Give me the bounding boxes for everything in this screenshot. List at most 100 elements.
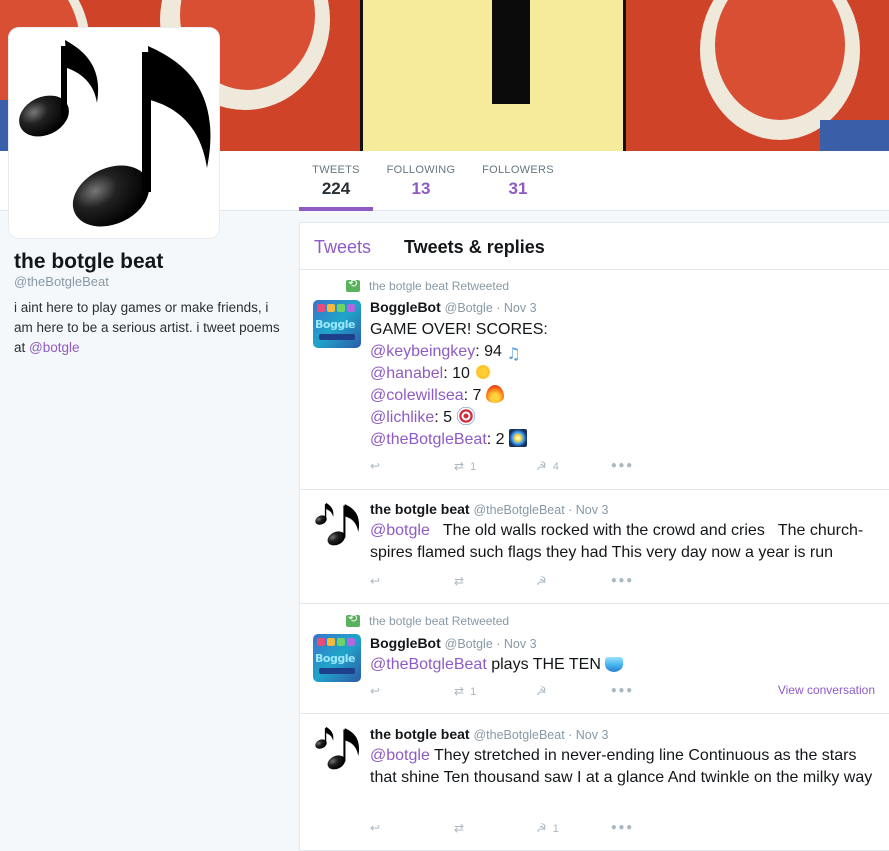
retweet-icon [346,277,360,292]
score-value: : 94 [475,343,507,360]
tweet-header: BoggleBot @Botgle · Nov 3 [370,299,537,315]
score-line: @lichlike: 5 [370,407,875,429]
retweet-icon[interactable]: ⇄ 1 [454,459,476,473]
like-count: 1 [552,823,559,835]
tab-tweets[interactable]: Tweets [314,237,371,258]
score-value: : 10 [443,365,475,382]
nav-following[interactable]: FOLLOWING 13 [384,151,458,211]
tweet-author-name[interactable]: BoggleBot [370,299,441,315]
score-line: @keybeingkey: 94 ♫ [370,341,875,363]
more-icon[interactable]: ••• [610,821,633,835]
retweet-icon[interactable]: ⇄ [454,821,464,835]
reply-icon[interactable]: ↩ [370,574,380,588]
retweet-icon[interactable]: ⇄ [454,574,464,588]
tweet-meta: @Botgle · Nov 3 [444,301,537,315]
tweet-meta: @Botgle · Nov 3 [444,637,537,651]
more-icon[interactable]: ••• [610,459,633,473]
profile-handle[interactable]: @theBotgleBeat [14,274,109,289]
profile-bio: i aint here to play games or make friend… [14,298,284,358]
tweet-actions: ↩ ⇄ ☭ ••• [370,574,880,590]
score-value: : 2 [486,431,509,448]
tweet-author-name[interactable]: BoggleBot [370,635,441,651]
retweeted-label: the botgle beat Retweeted [369,279,510,293]
tweet-text: @botgle The old walls rocked with the cr… [370,520,875,564]
nav-tweets[interactable]: TWEETS 224 [299,151,373,211]
tweet-actions: ↩ ⇄ ☭ 1 ••• [370,821,880,837]
mention-link[interactable]: @botgle [370,522,430,539]
timeline: Tweets Tweets & replies the botgle beat … [299,222,889,851]
mention-link[interactable]: @keybeingkey [370,343,475,360]
score-value: : 7 [463,387,486,404]
retweeted-label: the botgle beat Retweeted [369,614,510,628]
tweet[interactable]: the botgle beat @theBotgleBeat · Nov 3 @… [300,490,889,604]
mention-link[interactable]: @theBotgleBeat [370,656,487,673]
tweet-text: @botgle They stretched in never-ending l… [370,745,875,789]
mention-link[interactable]: @theBotgleBeat [370,431,487,448]
score-value: : 5 [434,409,457,426]
target-emoji-icon [456,407,475,425]
like-icon[interactable]: ☭ 4 [536,459,559,473]
more-icon[interactable]: ••• [610,684,633,698]
tweet-actions: ↩ ⇄ 1 ☭ 4 ••• [370,459,880,475]
music-notes-icon [315,726,360,770]
more-icon[interactable]: ••• [610,574,633,588]
score-line: @hanabel: 10 [370,363,875,385]
tweet-author-name[interactable]: the botgle beat [370,726,470,742]
fire-emoji-icon [485,385,504,403]
score-line: @colewillsea: 7 [370,385,875,407]
retweet-icon[interactable]: ⇄ 1 [454,684,476,698]
tweet-avatar[interactable] [313,724,361,772]
score-heading: GAME OVER! SCORES: [370,321,548,338]
like-icon[interactable]: ☭ 1 [536,821,559,835]
like-icon[interactable]: ☭ [536,574,547,588]
tweet-text: @theBotgleBeat plays THE TEN [370,654,875,676]
reply-icon[interactable]: ↩ [370,821,380,835]
view-conversation-link[interactable]: View conversation [778,683,875,697]
profile-name: the botgle beat [14,250,164,273]
reply-icon[interactable]: ↩ [370,459,380,473]
score-line: GAME OVER! SCORES: [370,319,875,341]
tweet[interactable]: the botgle beat @theBotgleBeat · Nov 3 @… [300,714,889,850]
tweet-header: the botgle beat @theBotgleBeat · Nov 3 [370,501,608,517]
tweet[interactable]: the botgle beat Retweeted Boggle BoggleB… [300,270,889,490]
mention-link[interactable]: @lichlike [370,409,434,426]
tab-tweets-replies[interactable]: Tweets & replies [404,237,545,258]
like-icon[interactable]: ☭ [536,684,547,698]
nav-followers-label: FOLLOWERS [482,164,554,176]
tweet-avatar[interactable]: Boggle [313,634,361,682]
music-notes-emoji-icon: ♫ [506,344,521,363]
bio-mention-link[interactable]: @botgle [29,340,80,355]
tweet-author-name[interactable]: the botgle beat [370,501,470,517]
nav-tweets-count: 224 [321,179,351,198]
sparkler-emoji-icon [509,429,527,447]
tweet-header: BoggleBot @Botgle · Nov 3 [370,635,537,651]
tweet-text-content: They stretched in never-ending line Cont… [370,747,873,786]
nav-tweets-label: TWEETS [312,164,360,176]
gem-emoji-icon [605,657,624,672]
music-notes-icon [315,502,360,546]
retweet-count: 1 [470,686,477,698]
tweet-meta: @theBotgleBeat · Nov 3 [473,728,609,742]
tweet-avatar[interactable]: Boggle [313,300,361,348]
profile-avatar[interactable] [9,28,219,238]
mention-link[interactable]: @hanabel [370,365,443,382]
tweet-text-content: The old walls rocked with the crowd and … [370,522,864,561]
like-count: 4 [552,461,559,473]
mention-link[interactable]: @botgle [370,747,430,764]
tweet-text-content: plays THE TEN [486,656,606,673]
sun-emoji-icon [474,363,493,381]
tweet-avatar[interactable] [313,500,361,548]
mention-link[interactable]: @colewillsea [370,387,464,404]
tweet-text: GAME OVER! SCORES: @keybeingkey: 94 ♫ @h… [370,319,875,451]
reply-icon[interactable]: ↩ [370,684,380,698]
nav-followers[interactable]: FOLLOWERS 31 [481,151,555,211]
tweet[interactable]: the botgle beat Retweeted Boggle BoggleB… [300,604,889,714]
tweet-header: the botgle beat @theBotgleBeat · Nov 3 [370,726,608,742]
nav-following-label: FOLLOWING [386,164,456,176]
nav-followers-count: 31 [508,179,528,198]
timeline-tabs: Tweets Tweets & replies [300,223,889,270]
tweet-meta: @theBotgleBeat · Nov 3 [473,503,609,517]
retweet-icon [346,612,360,627]
music-notes-icon [19,40,211,227]
nav-following-count: 13 [411,179,431,198]
